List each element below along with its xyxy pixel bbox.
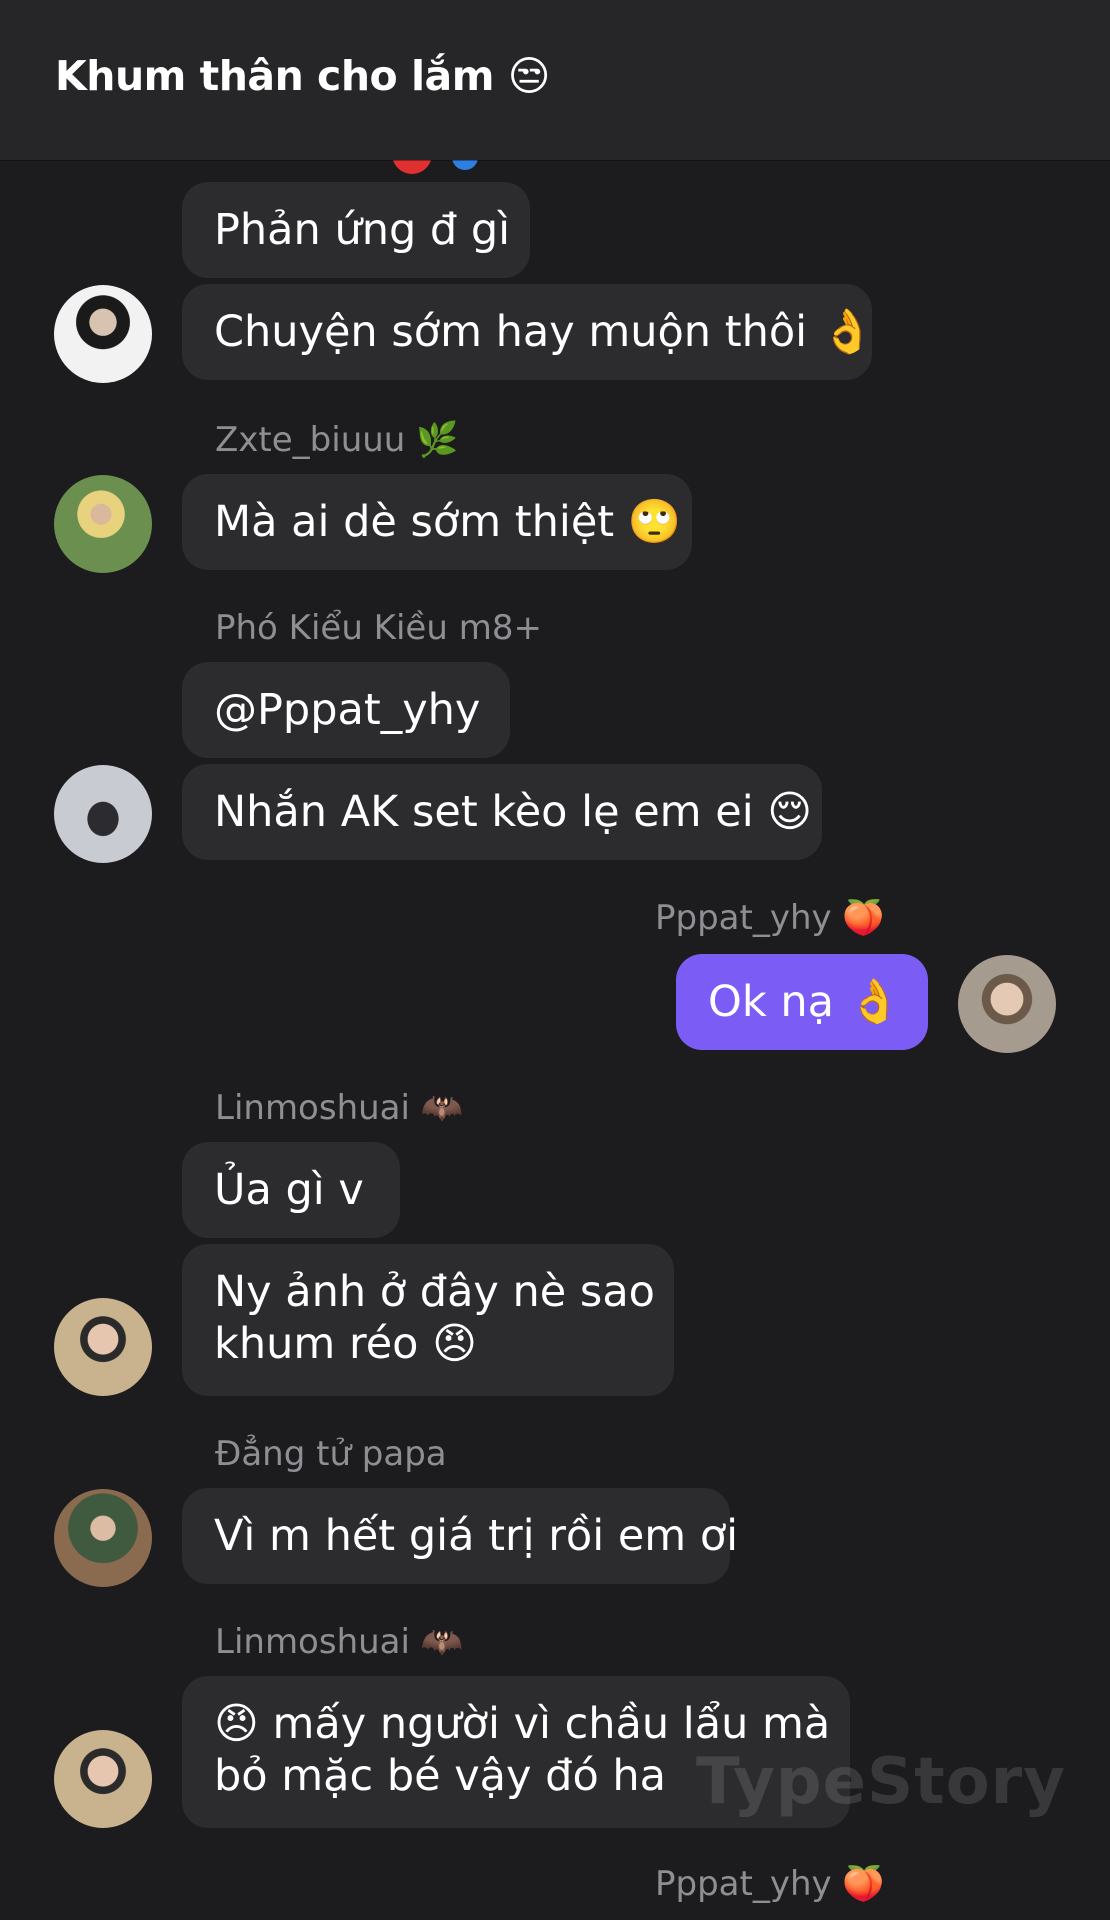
message-bubble[interactable]: Mà ai dè sớm thiệt 🙄 bbox=[182, 474, 692, 570]
message-bubble[interactable]: Ny ảnh ở đây nè sao khum réo 😠 bbox=[182, 1244, 674, 1396]
message-bubble[interactable]: Chuyện sớm hay muộn thôi 👌 bbox=[182, 284, 875, 380]
chat-header: Khum thân cho lắm 😒 bbox=[0, 0, 1110, 160]
avatar[interactable] bbox=[54, 1489, 152, 1587]
sender-name: Linmoshuai 🦇 bbox=[215, 1622, 464, 1662]
message-bubble[interactable]: @Pppat_yhy bbox=[182, 662, 510, 758]
avatar[interactable] bbox=[54, 1730, 152, 1828]
avatar[interactable] bbox=[54, 285, 152, 383]
message-bubble[interactable]: Vì m hết giá trị rồi em ơi bbox=[182, 1488, 738, 1584]
group-title[interactable]: Khum thân cho lắm 😒 bbox=[55, 52, 550, 100]
message-text-line: khum réo 😠 bbox=[214, 1319, 477, 1369]
message-text: Ok nạ 👌 bbox=[708, 977, 902, 1027]
sender-name: Pppat_yhy 🍑 bbox=[655, 1864, 885, 1904]
message-text: Phản ứng đ gì bbox=[214, 205, 511, 255]
message-text: Nhắn AK set kèo lẹ em ei 😌 bbox=[214, 787, 813, 837]
watermark: TypeStory bbox=[696, 1745, 1066, 1819]
message-bubble[interactable]: Phản ứng đ gì bbox=[182, 182, 530, 278]
message-text-line: Ny ảnh ở đây nè sao bbox=[214, 1267, 655, 1317]
chat-screen: Khum thân cho lắm 😒 Phản ứng đ gì Chuyện… bbox=[0, 0, 1110, 1920]
sender-name: Linmoshuai 🦇 bbox=[215, 1088, 464, 1128]
message-text: @Pppat_yhy bbox=[214, 685, 481, 735]
sender-name: Zxte_biuuu 🌿 bbox=[215, 420, 459, 460]
message-text: Chuyện sớm hay muộn thôi 👌 bbox=[214, 307, 875, 357]
avatar[interactable] bbox=[54, 1298, 152, 1396]
message-text: Ủa gì v bbox=[214, 1165, 364, 1215]
avatar[interactable] bbox=[54, 765, 152, 863]
sender-name: Đẳng tử papa bbox=[215, 1434, 447, 1474]
message-bubble[interactable]: Nhắn AK set kèo lẹ em ei 😌 bbox=[182, 764, 822, 860]
message-text-line: 😠 mấy người vì chầu lẩu mà bbox=[214, 1699, 831, 1749]
my-avatar[interactable] bbox=[958, 955, 1056, 1053]
my-message-bubble[interactable]: Ok nạ 👌 bbox=[676, 954, 928, 1050]
sender-name: Phó Kiểu Kiều m8+ bbox=[215, 608, 542, 648]
message-bubble[interactable]: Ủa gì v bbox=[182, 1142, 400, 1238]
message-text: Mà ai dè sớm thiệt 🙄 bbox=[214, 497, 682, 547]
avatar[interactable] bbox=[54, 475, 152, 573]
sender-name: Pppat_yhy 🍑 bbox=[655, 898, 885, 938]
message-text: Vì m hết giá trị rồi em ơi bbox=[214, 1511, 739, 1561]
